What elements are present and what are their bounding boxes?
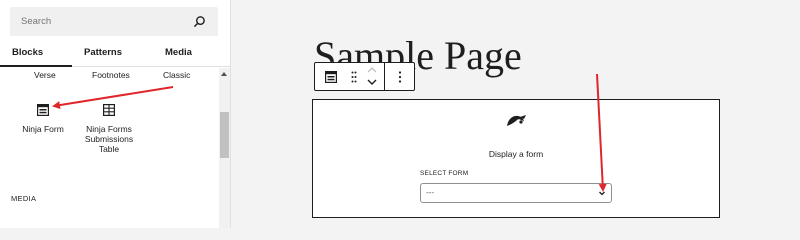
block-toolbar: [314, 62, 415, 91]
form-icon: [325, 71, 337, 83]
chevron-down-icon: [599, 191, 605, 196]
tab-blocks[interactable]: Blocks: [12, 41, 43, 67]
editor-canvas: Sample Page Display a form SELECT FORM -…: [232, 0, 800, 228]
search-input[interactable]: [10, 7, 190, 36]
ninja-form-block[interactable]: Display a form SELECT FORM ---: [312, 99, 720, 218]
more-options-button[interactable]: [385, 63, 415, 90]
tab-media-label: Media: [165, 47, 192, 58]
chevron-down-icon[interactable]: [367, 79, 377, 85]
tab-patterns[interactable]: Patterns: [84, 41, 122, 67]
move-buttons[interactable]: [362, 63, 384, 90]
tab-patterns-label: Patterns: [84, 47, 123, 58]
block-item-classic[interactable]: Classic: [163, 70, 190, 80]
select-form-dropdown[interactable]: ---: [420, 183, 612, 203]
block-item-label: Ninja Forms Submissions Table: [84, 124, 134, 154]
block-list: Verse Footnotes Classic Ninja Form Ninja…: [0, 68, 219, 228]
block-inserter-panel: Blocks Patterns Media Verse Footnotes Cl…: [0, 0, 231, 228]
block-type-button[interactable]: [315, 63, 347, 90]
more-vertical-icon: [398, 71, 402, 83]
form-block-description: Display a form: [488, 149, 544, 159]
block-item-footnotes[interactable]: Footnotes: [92, 70, 130, 80]
scrollbar-thumb[interactable]: [220, 112, 229, 158]
drag-handle[interactable]: [347, 63, 362, 90]
drag-handle-icon: [351, 71, 357, 83]
chevron-up-icon[interactable]: [367, 67, 377, 73]
block-item-verse[interactable]: Verse: [34, 70, 56, 80]
block-item-ninja-forms-submissions-table[interactable]: Ninja Forms Submissions Table: [74, 104, 144, 154]
search-icon[interactable]: [193, 15, 206, 28]
inserter-tabs: Blocks Patterns Media: [0, 41, 230, 67]
scroll-up-arrow-icon[interactable]: [221, 72, 227, 76]
block-item-label: Ninja Form: [22, 124, 64, 134]
editor-window: Blocks Patterns Media Verse Footnotes Cl…: [0, 0, 800, 228]
select-form-label: SELECT FORM: [420, 170, 469, 177]
ninja-forms-icon: [507, 115, 526, 126]
section-heading-media: MEDIA: [11, 194, 37, 203]
sidebar-scrollbar[interactable]: [219, 68, 230, 228]
table-icon: [103, 104, 115, 116]
active-tab-indicator: [0, 65, 72, 67]
search-box: [10, 7, 218, 36]
tab-blocks-label: Blocks: [12, 47, 44, 58]
select-form-value: ---: [426, 188, 434, 197]
tab-media[interactable]: Media: [165, 41, 192, 67]
block-item-ninja-form[interactable]: Ninja Form: [8, 104, 78, 134]
form-icon: [37, 104, 49, 116]
